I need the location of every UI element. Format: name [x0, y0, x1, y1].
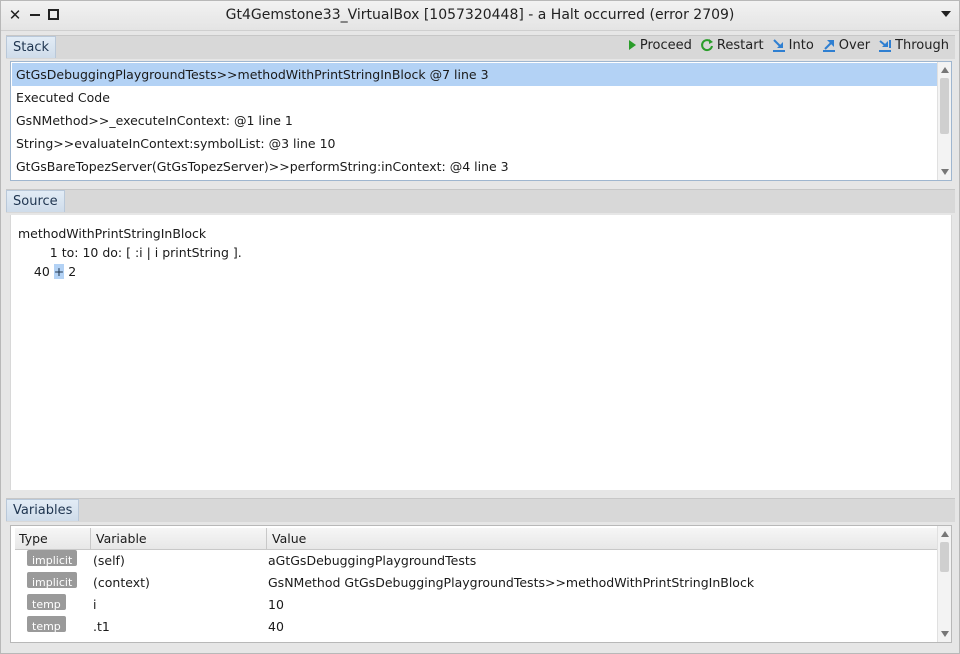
table-row[interactable]: temp .t1 40 [15, 616, 937, 638]
code-line: methodWithPrintStringInBlock [18, 226, 207, 241]
variables-table: Type Variable Value implicit (self) aGtG… [10, 525, 952, 643]
source-editor[interactable]: methodWithPrintStringInBlock 1 to: 10 do… [10, 215, 952, 490]
restart-icon [701, 39, 713, 52]
tab-source[interactable]: Source [6, 190, 65, 212]
code-text: 2 [64, 264, 77, 279]
column-header-type[interactable]: Type [15, 528, 91, 550]
step-over-icon [822, 40, 835, 52]
stack-frame[interactable]: GtGsDebuggingPlaygroundTests>>methodWith… [12, 63, 937, 86]
stack-frame[interactable]: GsNMethod>>_executeInContext: @1 line 1 [12, 109, 937, 132]
type-badge: implicit [27, 572, 78, 589]
code-line: 1 to: 10 do: [ :i | i printString ]. [18, 245, 242, 260]
variable-name: (self) [93, 553, 125, 568]
stack-list[interactable]: GtGsDebuggingPlaygroundTests>>methodWith… [10, 61, 952, 181]
debugger-toolbar: Proceed Restart Into Over Through [627, 35, 949, 55]
step-over-button[interactable]: Over [822, 35, 870, 55]
column-header-value[interactable]: Value [268, 528, 938, 550]
variables-header-strip [6, 498, 955, 522]
variable-name: (context) [93, 575, 150, 590]
step-over-label: Over [838, 37, 871, 53]
current-pc-highlight: + [53, 264, 65, 279]
code-text: 40 [18, 264, 54, 279]
title-bar: ✕ Gt4Gemstone33_VirtualBox [1057320448] … [1, 1, 959, 31]
table-row[interactable]: temp i 10 [15, 594, 937, 616]
stack-frame[interactable]: Executed Code [12, 86, 937, 109]
source-code[interactable]: methodWithPrintStringInBlock 1 to: 10 do… [18, 224, 242, 281]
stack-frame[interactable]: GtGsBareTopezServer(GtGsTopezServer)>>pe… [12, 155, 937, 178]
type-badge: implicit [27, 550, 78, 567]
variable-value: aGtGsDebuggingPlaygroundTests [268, 553, 477, 568]
window-menu-icon[interactable] [941, 11, 951, 17]
step-through-button[interactable]: Through [878, 35, 949, 55]
scroll-down-icon[interactable] [941, 169, 949, 175]
stack-scrollbar[interactable] [937, 62, 951, 180]
step-into-button[interactable]: Into [772, 35, 814, 55]
column-header-variable[interactable]: Variable [92, 528, 267, 550]
table-header: Type Variable Value [15, 528, 937, 550]
debugger-window: ✕ Gt4Gemstone33_VirtualBox [1057320448] … [0, 0, 960, 654]
proceed-label: Proceed [639, 37, 692, 53]
table-row[interactable]: implicit (context) GsNMethod GtGsDebuggi… [15, 572, 937, 594]
proceed-button[interactable]: Proceed [627, 35, 692, 55]
window-title: Gt4Gemstone33_VirtualBox [1057320448] - … [225, 7, 735, 23]
restart-button[interactable]: Restart [700, 35, 764, 55]
stack-frame[interactable]: String>>evaluateInContext:symbolList: @3… [12, 132, 937, 155]
scroll-up-icon[interactable] [941, 531, 949, 537]
tab-variables[interactable]: Variables [6, 499, 80, 521]
step-through-icon [879, 40, 892, 52]
step-through-label: Through [895, 37, 949, 53]
variable-value: 10 [268, 597, 284, 612]
scrollbar-thumb[interactable] [940, 78, 949, 134]
tab-stack[interactable]: Stack [6, 36, 56, 58]
variables-scrollbar[interactable] [937, 526, 951, 642]
proceed-icon [628, 40, 636, 50]
scroll-up-icon[interactable] [941, 67, 949, 73]
variable-value: 40 [268, 619, 284, 634]
code-line: 40 + 2 [18, 262, 242, 281]
step-into-label: Into [788, 37, 814, 53]
variable-name: i [93, 597, 97, 612]
source-header-strip [6, 189, 955, 213]
table-row[interactable]: implicit (self) aGtGsDebuggingPlayground… [15, 550, 937, 572]
scrollbar-thumb[interactable] [940, 542, 949, 572]
step-into-icon [772, 39, 785, 52]
restart-label: Restart [716, 37, 764, 53]
variable-value: GsNMethod GtGsDebuggingPlaygroundTests>>… [268, 575, 755, 590]
scroll-down-icon[interactable] [941, 631, 949, 637]
type-badge: temp [27, 616, 66, 633]
type-badge: temp [27, 594, 66, 611]
variable-name: .t1 [93, 619, 110, 634]
